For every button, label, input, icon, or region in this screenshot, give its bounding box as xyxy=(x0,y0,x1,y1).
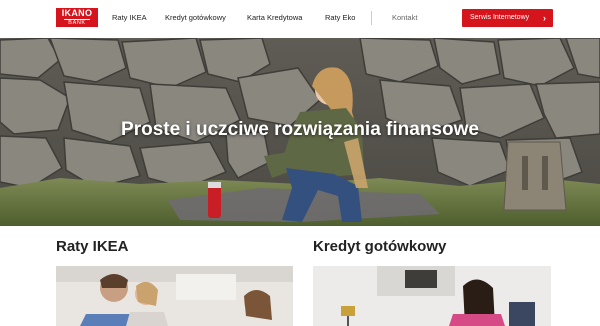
raty-ikea-card-image[interactable] xyxy=(56,266,293,326)
raty-ikea-photo xyxy=(56,266,293,326)
nav-kontakt[interactable]: Kontakt xyxy=(392,12,417,24)
kredyt-gotowkowy-photo xyxy=(313,266,551,326)
nav-kredyt-gotowkowy[interactable]: Kredyt gotówkowy xyxy=(165,12,226,24)
nav-divider xyxy=(371,11,372,25)
kredyt-gotowkowy-card-image[interactable] xyxy=(313,266,551,326)
logo-text-ikano: IKANO xyxy=(61,8,93,18)
hero-headline: Proste i uczciwe rozwiązania finansowe xyxy=(121,119,479,140)
chevron-right-icon: › xyxy=(543,13,546,23)
nav-raty-ikea[interactable]: Raty IKEA xyxy=(112,12,147,24)
nav-karta-kredytowa[interactable]: Karta Kredytowa xyxy=(247,12,302,24)
ikano-bank-logo[interactable]: IKANO BANK xyxy=(56,8,98,27)
serwis-internetowy-button[interactable]: Serwis Internetowy › xyxy=(462,9,553,27)
top-navigation-bar: IKANO BANK Raty IKEA Kredyt gotówkowy Ka… xyxy=(0,0,600,38)
hero-banner: Proste i uczciwe rozwiązania finansowe xyxy=(0,38,600,226)
section-title-kredyt-gotowkowy[interactable]: Kredyt gotówkowy xyxy=(313,238,446,255)
serwis-internetowy-label: Serwis Internetowy xyxy=(470,14,530,21)
section-title-raty-ikea[interactable]: Raty IKEA xyxy=(56,238,129,255)
nav-raty-eko[interactable]: Raty Eko xyxy=(325,12,355,24)
logo-text-bank: BANK xyxy=(64,19,90,26)
